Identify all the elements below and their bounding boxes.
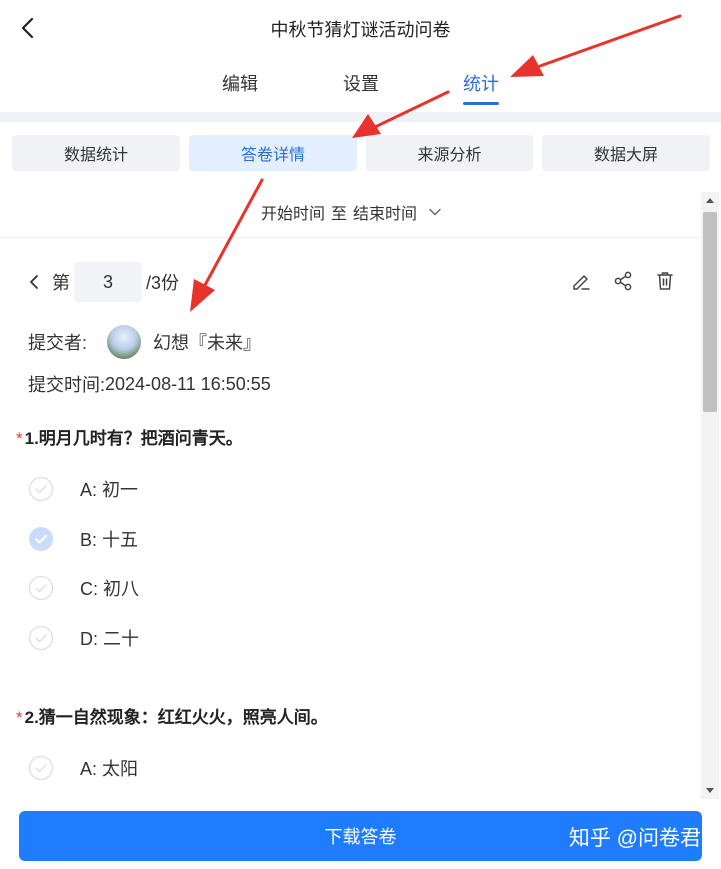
submitter-row: 提交者: 幻想『未来』	[28, 325, 261, 359]
unchecked-circle-icon	[28, 575, 54, 601]
unchecked-circle-icon	[28, 476, 54, 502]
subtab-data-screen[interactable]: 数据大屏	[542, 135, 710, 171]
required-mark: *	[16, 708, 23, 727]
chevron-down-icon	[429, 208, 441, 215]
unchecked-circle-icon	[28, 625, 54, 651]
option-label: B: 十五	[80, 530, 139, 550]
start-time-label: 开始时间	[260, 205, 325, 223]
time-range-filter[interactable]: 开始时间 至 结束时间	[0, 186, 700, 238]
submitter-label: 提交者:	[28, 333, 88, 353]
required-mark: *	[16, 429, 23, 448]
question-title: * 1.明月几时有？把酒问青天。	[16, 424, 243, 449]
page-title: 中秋节猜灯谜活动问卷	[270, 20, 451, 40]
tab-edit[interactable]: 编辑	[222, 70, 258, 96]
option-label: C: 初八	[80, 579, 140, 599]
scrollbar-thumb[interactable]	[703, 212, 717, 412]
scroll-down-arrow-icon[interactable]	[701, 781, 719, 799]
option-label: A: 太阳	[80, 759, 139, 779]
option-item: D: 二十	[28, 625, 139, 651]
watermark-text: 知乎 @问卷君	[568, 827, 701, 850]
option-item: A: 太阳	[28, 755, 138, 781]
subtab-data-stats[interactable]: 数据统计	[12, 135, 180, 171]
main-tabs: 编辑 设置 统计	[0, 70, 721, 110]
submit-time-value: 2024-08-11 16:50:55	[105, 373, 271, 394]
response-actions	[570, 270, 676, 292]
option-item: C: 初八	[28, 575, 139, 601]
scrollbar[interactable]	[701, 192, 719, 799]
option-item: B: 十五	[28, 526, 138, 552]
submit-time-label: 提交时间:	[28, 375, 106, 395]
response-detail-panel: 开始时间 至 结束时间 第 /3份	[0, 186, 700, 798]
pager-prefix: 第	[52, 273, 70, 293]
tab-statistics[interactable]: 统计	[463, 70, 499, 96]
top-bar: 中秋节猜灯谜活动问卷 编辑 设置 统计	[0, 0, 721, 112]
option-item: A: 初一	[28, 476, 138, 502]
survey-stats-page: 中秋节猜灯谜活动问卷 编辑 设置 统计 数据统计 答卷详情 来源分析 数据大屏 …	[0, 0, 721, 869]
tab-settings[interactable]: 设置	[343, 70, 379, 96]
pager-total: /3份	[146, 273, 180, 293]
option-label: A: 初一	[80, 480, 139, 500]
subtab-response-details[interactable]: 答卷详情	[189, 135, 357, 171]
response-pager: 第 /3份	[24, 262, 179, 302]
scroll-up-arrow-icon[interactable]	[701, 192, 719, 210]
edit-icon[interactable]	[570, 270, 592, 292]
delete-icon[interactable]	[654, 270, 676, 292]
checked-circle-icon	[29, 527, 53, 551]
page-number-input[interactable]	[74, 262, 142, 302]
question-title: * 2.猜一自然现象：红红火火，照亮人间。	[16, 703, 328, 728]
previous-response-icon[interactable]	[24, 272, 44, 292]
submit-time-row: 提交时间: 2024-08-11 16:50:55	[28, 371, 271, 397]
avatar	[107, 325, 142, 359]
unchecked-circle-icon	[28, 755, 54, 781]
section-divider	[0, 112, 721, 122]
end-time-label: 结束时间	[353, 205, 418, 223]
sub-tabs: 数据统计 答卷详情 来源分析 数据大屏	[0, 122, 721, 186]
submitter-name: 幻想『未来』	[153, 333, 262, 353]
subtab-source-analysis[interactable]: 来源分析	[366, 135, 533, 171]
option-label: D: 二十	[80, 629, 140, 649]
question-text: 1.明月几时有？把酒问青天。	[24, 429, 243, 448]
range-separator: 至	[330, 205, 347, 223]
question-text: 2.猜一自然现象：红红火火，照亮人间。	[24, 708, 328, 727]
active-tab-underline	[463, 102, 499, 105]
share-icon[interactable]	[612, 270, 634, 292]
